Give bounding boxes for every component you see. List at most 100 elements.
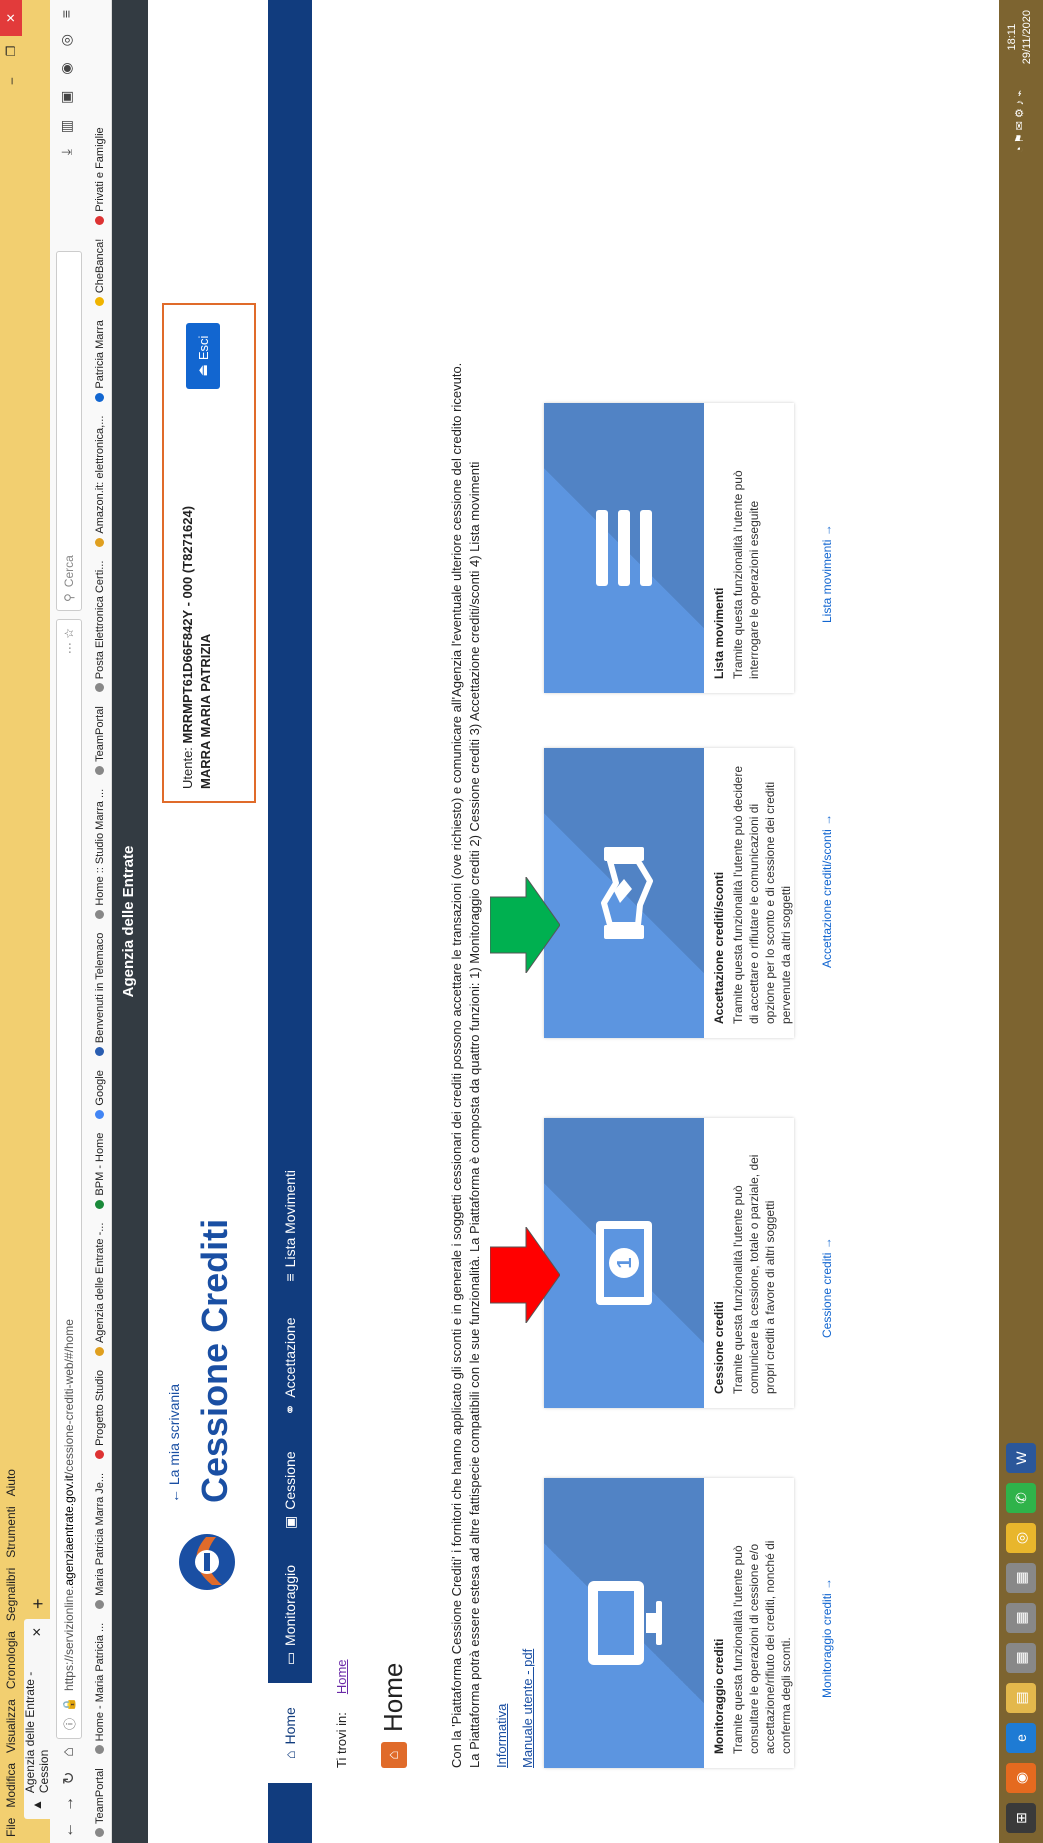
card-description: Tramite questa funzionalità l'utente può… xyxy=(731,1540,793,1754)
card-link[interactable]: Lista movimenti → xyxy=(820,524,834,623)
menu-visualizza[interactable]: Visualizza xyxy=(4,1699,18,1753)
info-icon: ⓘ xyxy=(62,1717,77,1730)
tab-favicon-icon: ▲ xyxy=(30,1799,44,1811)
menu-segnalibri[interactable]: Segnalibri xyxy=(4,1568,18,1621)
banknote-icon: 1 xyxy=(596,1221,652,1305)
card-title: Monitoraggio crediti xyxy=(712,1638,726,1754)
svg-text:1: 1 xyxy=(614,1257,636,1268)
nav-monitoraggio[interactable]: ▭ Monitoraggio xyxy=(268,1547,312,1683)
close-window-icon[interactable]: ✕ xyxy=(0,0,22,36)
logout-button[interactable]: ⏏ Esci xyxy=(186,323,220,389)
menu-strumenti[interactable]: Strumenti xyxy=(4,1506,18,1557)
nav-accettazione[interactable]: ⚭ Accettazione xyxy=(268,1299,312,1433)
card-link[interactable]: Monitoraggio crediti → xyxy=(820,1578,834,1698)
main-nav: ⌂ Home ▭ Monitoraggio ▣ Cessione ⚭ Accettazi… xyxy=(268,0,312,1843)
bookmark[interactable]: Patricia Marra xyxy=(94,320,106,402)
browser-tab[interactable]: ▲ Agenzia delle Entrate - Cession ✕ xyxy=(23,1619,51,1819)
word-icon[interactable]: W xyxy=(1006,1443,1036,1473)
user-code-line: Utente: MRRMPT61D66F842Y - 000 (T8271624… xyxy=(180,505,195,789)
menu-aiuto[interactable]: Aiuto xyxy=(4,1469,18,1496)
lock-icon: 🔒 xyxy=(62,1697,76,1712)
agenzia-logo-icon xyxy=(179,1534,235,1590)
list-nav-icon: ≡ xyxy=(282,1273,298,1282)
bookmark[interactable]: Progetto Studio xyxy=(94,1370,106,1459)
bookmark[interactable]: Posta Elettronica Certi... xyxy=(94,561,106,693)
page-actions-icon[interactable]: ··· ☆ xyxy=(62,628,76,654)
file-explorer-icon[interactable]: ▤ xyxy=(1006,1683,1036,1713)
card-image xyxy=(544,403,704,693)
url-domain: agenziaentrate.gov.it xyxy=(62,1475,76,1586)
page-title: Cessione Crediti xyxy=(194,1218,235,1503)
bookmark[interactable]: Home - Maria Patricia ... xyxy=(94,1623,106,1755)
account-icon[interactable]: ◎ xyxy=(58,34,75,46)
taskbar-clock[interactable]: 18:11 29/11/2020 xyxy=(1005,10,1035,64)
home-icon[interactable]: ⌂ xyxy=(60,1739,78,1765)
bookmark[interactable]: Agenzia delle Entrate -... xyxy=(94,1223,106,1357)
app-icon[interactable]: ▦ xyxy=(1006,1603,1036,1633)
new-tab-icon[interactable]: + xyxy=(28,1598,49,1609)
site-top-title: Agenzia delle Entrate xyxy=(120,845,137,998)
url-bar[interactable]: ⓘ 🔒 https://servizionline. agenziaentrate… xyxy=(56,619,82,1739)
card-image xyxy=(544,748,704,1038)
extension-icon[interactable]: ◉ xyxy=(58,62,75,74)
nav-lista-movimenti[interactable]: ≡ Lista Movimenti xyxy=(268,1152,312,1299)
back-icon[interactable]: ← xyxy=(60,1817,78,1843)
card-description: Tramite questa funzionalità l'utente può… xyxy=(731,765,793,1024)
card-monitoraggio[interactable]: Monitoraggio crediti Tramite questa funz… xyxy=(544,1478,834,1768)
firefox-icon[interactable]: ◉ xyxy=(1006,1763,1036,1793)
menu-hamburger-icon[interactable]: ≡ xyxy=(58,10,75,18)
restore-icon[interactable]: ❐ xyxy=(0,36,22,66)
home-nav-icon: ⌂ xyxy=(282,1750,298,1759)
card-image xyxy=(544,1478,704,1768)
browser-menubar: File Modifica Visualizza Cronologia Segn… xyxy=(0,0,22,1843)
bookmark[interactable]: Privati e Famiglie xyxy=(94,127,106,225)
manual-pdf-link[interactable]: Manuale utente - pdf xyxy=(520,1649,535,1768)
bookmark[interactable]: CheBanca! xyxy=(94,239,106,307)
card-link[interactable]: Accettazione crediti/sconti → xyxy=(820,814,834,968)
sidebar-icon[interactable]: ▣ xyxy=(58,91,75,104)
windows-taskbar: ⊞ ◉ e ▤ ▦ ▦ ▦ ◎ ✆ W ◔ ⚑ ✉ ⚙ ♪ ⌁ 18:11 29… xyxy=(999,0,1043,1843)
app-icon[interactable]: ▦ xyxy=(1006,1643,1036,1673)
app-icon[interactable]: ▦ xyxy=(1006,1563,1036,1593)
search-input[interactable]: ⚲ Cerca xyxy=(56,251,82,611)
bookmark[interactable]: Maria Patricia Marra Je... xyxy=(94,1473,106,1609)
reload-icon[interactable]: ↻ xyxy=(59,1765,79,1791)
bookmark[interactable]: TeamPortal xyxy=(94,706,106,775)
card-lista-movimenti[interactable]: Lista movimenti Tramite questa funzional… xyxy=(544,403,834,693)
red-arrow-annotation xyxy=(490,1227,560,1323)
menu-cronologia[interactable]: Cronologia xyxy=(4,1631,18,1689)
informativa-link[interactable]: Informativa xyxy=(494,1704,509,1768)
bookmark[interactable]: Amazon.it: elettronica,... xyxy=(94,416,106,547)
bookmark[interactable]: Benvenuti in Telemaco xyxy=(94,933,106,1057)
menu-file[interactable]: File xyxy=(4,1818,18,1837)
tab-close-icon[interactable]: ✕ xyxy=(30,1627,44,1637)
menu-modifica[interactable]: Modifica xyxy=(4,1763,18,1808)
card-accettazione[interactable]: Accettazione crediti/sconti Tramite ques… xyxy=(544,748,834,1038)
bookmark[interactable]: BPM - Home xyxy=(94,1133,106,1209)
chrome-icon[interactable]: ◎ xyxy=(1006,1523,1036,1553)
windows-start-icon[interactable]: ⊞ xyxy=(1006,1803,1036,1833)
card-title: Lista movimenti xyxy=(712,587,726,679)
nav-cessione[interactable]: ▣ Cessione xyxy=(268,1433,312,1547)
ie-icon[interactable]: e xyxy=(1006,1723,1036,1753)
download-icon[interactable]: ⤓ xyxy=(58,149,75,155)
system-tray-icons[interactable]: ◔ ⚑ ✉ ⚙ ♪ ⌁ xyxy=(1013,90,1026,153)
bookmark[interactable]: TeamPortal xyxy=(94,1768,106,1837)
card-cessione[interactable]: 1 Cessione crediti Tramite questa funzio… xyxy=(544,1118,834,1408)
whatsapp-icon[interactable]: ✆ xyxy=(1006,1483,1036,1513)
breadcrumb-home-link[interactable]: Home xyxy=(334,1659,349,1694)
nav-home[interactable]: ⌂ Home xyxy=(268,1683,312,1783)
minimize-icon[interactable]: – xyxy=(0,66,22,96)
bookmark[interactable]: Home :: Studio Marra ... xyxy=(94,789,106,919)
handshake-icon xyxy=(601,847,653,939)
card-description: Tramite questa funzionalità l'utente può… xyxy=(731,470,761,679)
bookmark[interactable]: Google xyxy=(94,1070,106,1119)
site-topbar: Agenzia delle Entrate xyxy=(112,0,148,1843)
card-link[interactable]: Cessione crediti → xyxy=(820,1237,834,1338)
handshake-nav-icon: ⚭ xyxy=(281,1403,298,1416)
card-description: Tramite questa funzionalità l'utente può… xyxy=(731,1154,777,1394)
search-icon: ⚲ xyxy=(62,593,76,602)
library-icon[interactable]: ▥ xyxy=(58,120,75,133)
forward-icon[interactable]: → xyxy=(60,1791,78,1817)
back-to-desk-link[interactable]: ← La mia scrivania xyxy=(166,1384,182,1503)
